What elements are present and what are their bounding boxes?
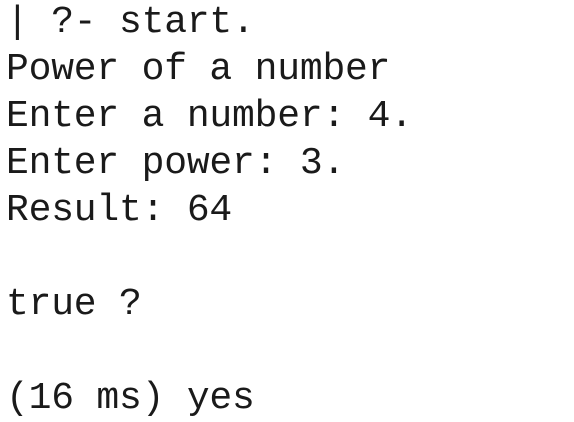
console-line-power-prompt: Enter power: 3. — [6, 142, 346, 185]
prolog-console-output[interactable]: | ?- start. Power of a number Enter a nu… — [0, 0, 574, 420]
console-line-title: Power of a number — [6, 48, 391, 91]
console-line-result: Result: 64 — [6, 189, 233, 232]
console-line-timing: (16 ms) yes — [6, 377, 255, 420]
console-line-number-prompt: Enter a number: 4. — [6, 95, 413, 138]
console-line-true-prompt: true ? — [6, 283, 142, 326]
console-line-query: | ?- start. — [6, 1, 255, 44]
